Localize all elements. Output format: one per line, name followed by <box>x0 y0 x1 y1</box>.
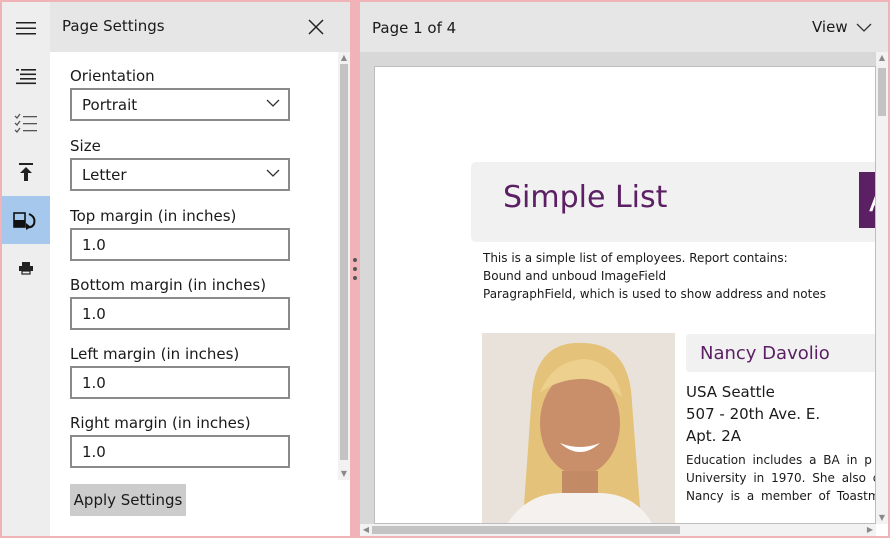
report-description-line: ParagraphField, which is used to show ad… <box>483 287 826 301</box>
scroll-left-arrow-icon[interactable]: ◀ <box>360 524 372 536</box>
orientation-dropdown[interactable]: Portrait <box>70 88 290 121</box>
employee-name: Nancy Davolio <box>700 343 830 364</box>
scroll-down-arrow-icon[interactable]: ▼ <box>876 512 888 524</box>
grip-dot <box>353 258 357 262</box>
scroll-right-arrow-icon[interactable]: ▶ <box>864 524 876 536</box>
top-margin-label: Top margin (in inches) <box>70 207 237 225</box>
viewer-horizontal-scrollbar[interactable]: ◀ ▶ <box>360 524 876 536</box>
size-dropdown[interactable]: Letter <box>70 158 290 191</box>
top-margin-input[interactable]: 1.0 <box>70 228 290 261</box>
scroll-up-arrow-icon[interactable]: ▲ <box>338 52 350 64</box>
outline-list-icon <box>16 69 36 85</box>
report-page[interactable]: Simple List A This is a simple list of e… <box>374 66 876 524</box>
checklist-icon <box>14 113 37 133</box>
panel-title: Page Settings <box>62 17 165 35</box>
title-accent-block: A <box>859 172 875 228</box>
left-margin-label: Left margin (in inches) <box>70 345 240 363</box>
apply-settings-button[interactable]: Apply Settings <box>70 484 186 516</box>
report-description-line: Bound and unboud ImageField <box>483 269 667 283</box>
export-button[interactable] <box>2 148 50 196</box>
grip-dot <box>353 267 357 271</box>
employee-notes-line: University in 1970. She also com <box>686 471 875 485</box>
viewer-vertical-thumb[interactable] <box>878 68 886 116</box>
grip-dot <box>353 276 357 280</box>
page-settings-panel: Page Settings Orientation Portrait Size … <box>50 2 350 536</box>
employee-notes-line: Nancy is a member of Toastmast <box>686 489 875 503</box>
outline-button[interactable] <box>2 52 50 100</box>
navigation-rail <box>2 2 50 536</box>
employee-address-line: USA Seattle <box>686 383 775 401</box>
left-margin-input[interactable]: 1.0 <box>70 366 290 399</box>
right-margin-input[interactable]: 1.0 <box>70 435 290 468</box>
page-setup-icon <box>13 212 36 230</box>
orientation-label: Orientation <box>70 67 155 85</box>
scroll-up-arrow-icon[interactable]: ▲ <box>876 52 888 64</box>
size-value: Letter <box>82 166 127 184</box>
page-indicator: Page 1 of 4 <box>372 19 457 37</box>
scrollbar-corner <box>876 524 888 536</box>
employee-address-line: 507 - 20th Ave. E. <box>686 405 821 423</box>
hamburger-menu-button[interactable] <box>2 4 50 52</box>
hamburger-menu-icon <box>16 22 36 35</box>
top-margin-value: 1.0 <box>82 236 106 254</box>
close-icon <box>308 19 324 35</box>
checklist-button[interactable] <box>2 100 50 148</box>
print-button[interactable] <box>2 244 50 292</box>
viewer-horizontal-thumb[interactable] <box>372 526 680 534</box>
viewer-header: Page 1 of 4 View <box>360 2 888 52</box>
close-panel-button[interactable] <box>302 13 330 41</box>
arrow-up-to-line-icon <box>19 163 33 181</box>
title-accent-letter: A <box>869 184 875 219</box>
view-label: View <box>812 18 848 36</box>
employee-notes-line: Education includes a BA in p <box>686 453 872 467</box>
right-margin-value: 1.0 <box>82 443 106 461</box>
size-label: Size <box>70 137 101 155</box>
printer-icon <box>19 262 33 275</box>
scroll-down-arrow-icon[interactable]: ▼ <box>338 468 350 480</box>
report-description-line: This is a simple list of employees. Repo… <box>483 251 788 265</box>
right-margin-label: Right margin (in inches) <box>70 414 251 432</box>
employee-photo-drawing <box>482 333 675 523</box>
view-menu-button[interactable]: View <box>812 14 872 40</box>
bottom-margin-label: Bottom margin (in inches) <box>70 276 267 294</box>
bottom-margin-input[interactable]: 1.0 <box>70 297 290 330</box>
page-setup-button[interactable] <box>2 196 50 244</box>
left-margin-value: 1.0 <box>82 374 106 392</box>
panel-header: Page Settings <box>50 2 350 52</box>
viewer-vertical-scrollbar[interactable]: ▲ ▼ <box>876 52 888 524</box>
chevron-down-icon <box>266 99 280 107</box>
employee-name-band: Nancy Davolio <box>686 334 875 372</box>
employee-photo <box>482 333 675 523</box>
employee-address-line: Apt. 2A <box>686 427 742 445</box>
panel-scroll-thumb[interactable] <box>340 64 348 460</box>
report-title: Simple List <box>503 180 668 215</box>
orientation-value: Portrait <box>82 96 138 114</box>
panel-scrollbar[interactable]: ▲ ▼ <box>338 52 350 480</box>
bottom-margin-value: 1.0 <box>82 305 106 323</box>
report-viewer: Page 1 of 4 View Simple List A This is a… <box>360 2 888 536</box>
pane-splitter[interactable] <box>350 2 360 536</box>
chevron-down-icon <box>856 23 872 32</box>
chevron-down-icon <box>266 169 280 177</box>
report-title-band: Simple List A <box>471 162 875 242</box>
